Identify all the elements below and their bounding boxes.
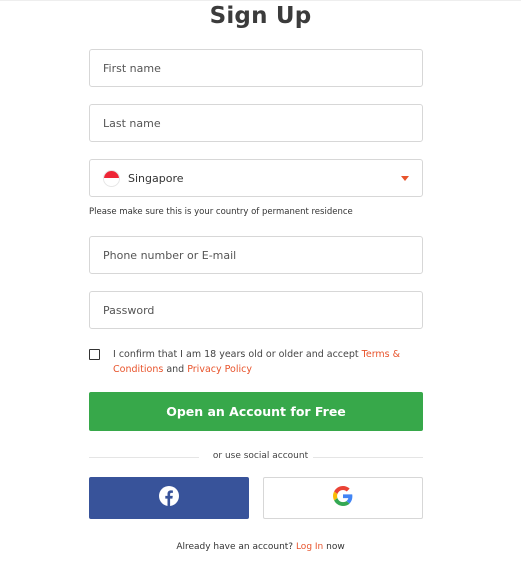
phone-or-email-input[interactable] [90, 237, 422, 273]
first-name-input[interactable] [90, 50, 422, 86]
page-title: Sign Up [209, 3, 312, 29]
social-divider-text: or use social account [212, 451, 309, 461]
privacy-policy-link[interactable]: Privacy Policy [187, 364, 252, 375]
last-name-field[interactable] [89, 104, 423, 142]
login-prompt-prefix: Already have an account? [176, 542, 296, 552]
age-confirmation: I confirm that I am 18 years old or olde… [89, 347, 429, 379]
google-login-button[interactable] [263, 477, 423, 519]
country-select[interactable]: Singapore [89, 159, 423, 197]
login-prompt-suffix: now [323, 542, 345, 552]
confirm-text: I confirm that I am 18 years old or olde… [113, 347, 429, 377]
facebook-icon [159, 486, 179, 510]
top-divider [0, 0, 521, 1]
first-name-field[interactable] [89, 49, 423, 87]
facebook-login-button[interactable] [89, 477, 249, 519]
login-link[interactable]: Log In [296, 542, 323, 552]
singapore-flag-icon [103, 169, 120, 187]
dropdown-caret-icon [401, 176, 409, 181]
country-selected-value: Singapore [128, 171, 184, 185]
confirm-text-prefix: I confirm that I am 18 years old or olde… [113, 349, 362, 360]
contact-field[interactable] [89, 236, 423, 274]
google-icon [333, 486, 353, 510]
login-prompt: Already have an account? Log In now [0, 542, 521, 552]
password-field[interactable] [89, 291, 423, 329]
open-account-button[interactable]: Open an Account for Free [89, 392, 423, 431]
country-hint: Please make sure this is your country of… [89, 207, 353, 217]
last-name-input[interactable] [90, 105, 422, 141]
age-confirm-checkbox[interactable] [89, 349, 100, 360]
confirm-text-and: and [163, 364, 188, 375]
password-input[interactable] [90, 292, 422, 328]
